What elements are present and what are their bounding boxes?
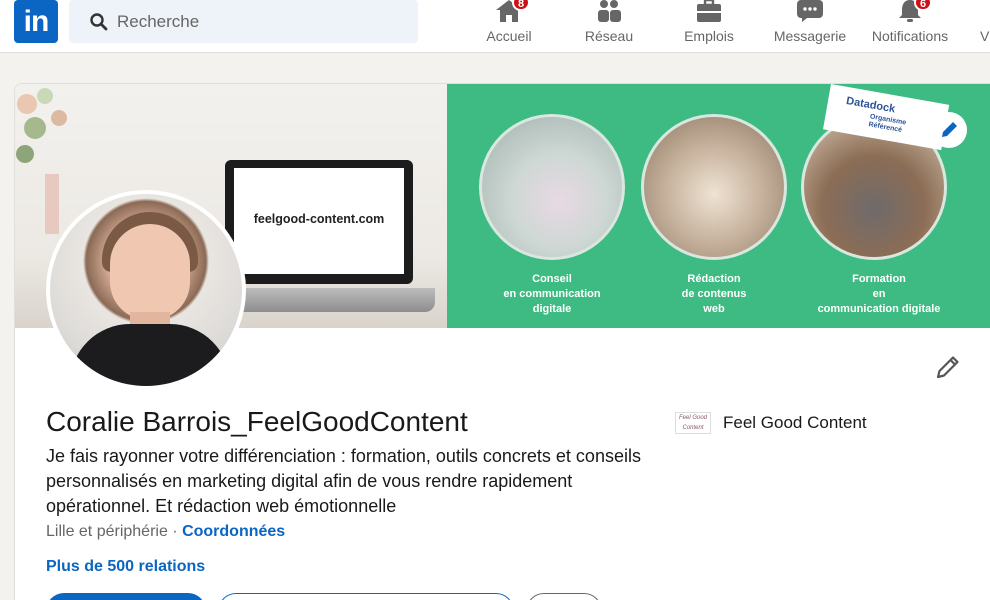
nav-label-messaging: Messagerie bbox=[773, 28, 847, 44]
pencil-icon bbox=[942, 122, 957, 137]
nav-item-jobs[interactable]: Emplois bbox=[674, 0, 744, 53]
company-logo: Feel Good Content bbox=[675, 412, 711, 434]
profile-card: feelgood-content.com Conseil en communic… bbox=[14, 83, 990, 600]
profile-headline: Je fais rayonner votre différenciation :… bbox=[46, 446, 641, 516]
nav-item-messaging[interactable]: Messagerie bbox=[767, 0, 853, 53]
service-caption-writing: Rédaction de contenus web bbox=[681, 273, 747, 315]
profile-name: Coralie Barrois_FeelGoodContent bbox=[46, 406, 468, 437]
more-actions-button[interactable] bbox=[526, 593, 602, 600]
nav-label-jobs: Emplois bbox=[684, 28, 734, 44]
location-row: Lille et périphérie · Coordonnées bbox=[46, 523, 285, 541]
secondary-action-button[interactable] bbox=[218, 593, 514, 600]
website-url-text: feelgood-content.com bbox=[253, 212, 385, 226]
nav-item-more[interactable]: V bbox=[980, 0, 990, 53]
laptop-screen: feelgood-content.com bbox=[225, 160, 413, 284]
linkedin-logo-icon[interactable]: in bbox=[14, 0, 58, 43]
nav-item-notifications[interactable]: 6 Notifications bbox=[864, 0, 956, 53]
nav-label-more: V bbox=[980, 28, 990, 44]
service-photo-writing bbox=[641, 114, 787, 260]
search-bar[interactable] bbox=[69, 0, 418, 43]
nav-item-network[interactable]: Réseau bbox=[574, 0, 644, 53]
messaging-icon bbox=[797, 0, 823, 22]
nav-label-home: Accueil bbox=[486, 28, 532, 44]
notifications-badge: 6 bbox=[914, 0, 933, 11]
primary-action-button[interactable] bbox=[46, 593, 206, 600]
contact-info-link[interactable]: Coordonnées bbox=[182, 523, 285, 540]
profile-avatar[interactable] bbox=[46, 190, 246, 390]
company-name: Feel Good Content bbox=[723, 413, 867, 432]
nav-item-home[interactable]: 8 Accueil bbox=[474, 0, 544, 53]
plant-decoration bbox=[16, 88, 67, 234]
edit-profile-pencil-icon[interactable] bbox=[933, 352, 963, 382]
nav-label-notifications: Notifications bbox=[871, 28, 949, 44]
briefcase-icon bbox=[697, 0, 721, 22]
datadock-subtitle: Organisme Référencé bbox=[867, 113, 907, 134]
search-input[interactable] bbox=[117, 0, 407, 43]
service-caption-consulting: Conseil en communication digitale bbox=[503, 273, 601, 315]
network-icon bbox=[598, 0, 621, 22]
connections-link[interactable]: Plus de 500 relations bbox=[46, 558, 205, 576]
profile-location: Lille et périphérie · bbox=[46, 523, 183, 540]
edit-banner-button[interactable] bbox=[931, 112, 967, 148]
nav-label-network: Réseau bbox=[584, 28, 634, 44]
service-photo-consulting bbox=[479, 114, 625, 260]
search-icon bbox=[90, 13, 108, 31]
service-caption-training: Formation en communication digitale bbox=[817, 273, 941, 315]
top-navigation: in 8 Accueil Réseau Emplois bbox=[0, 0, 990, 53]
home-notification-badge: 8 bbox=[512, 0, 531, 11]
